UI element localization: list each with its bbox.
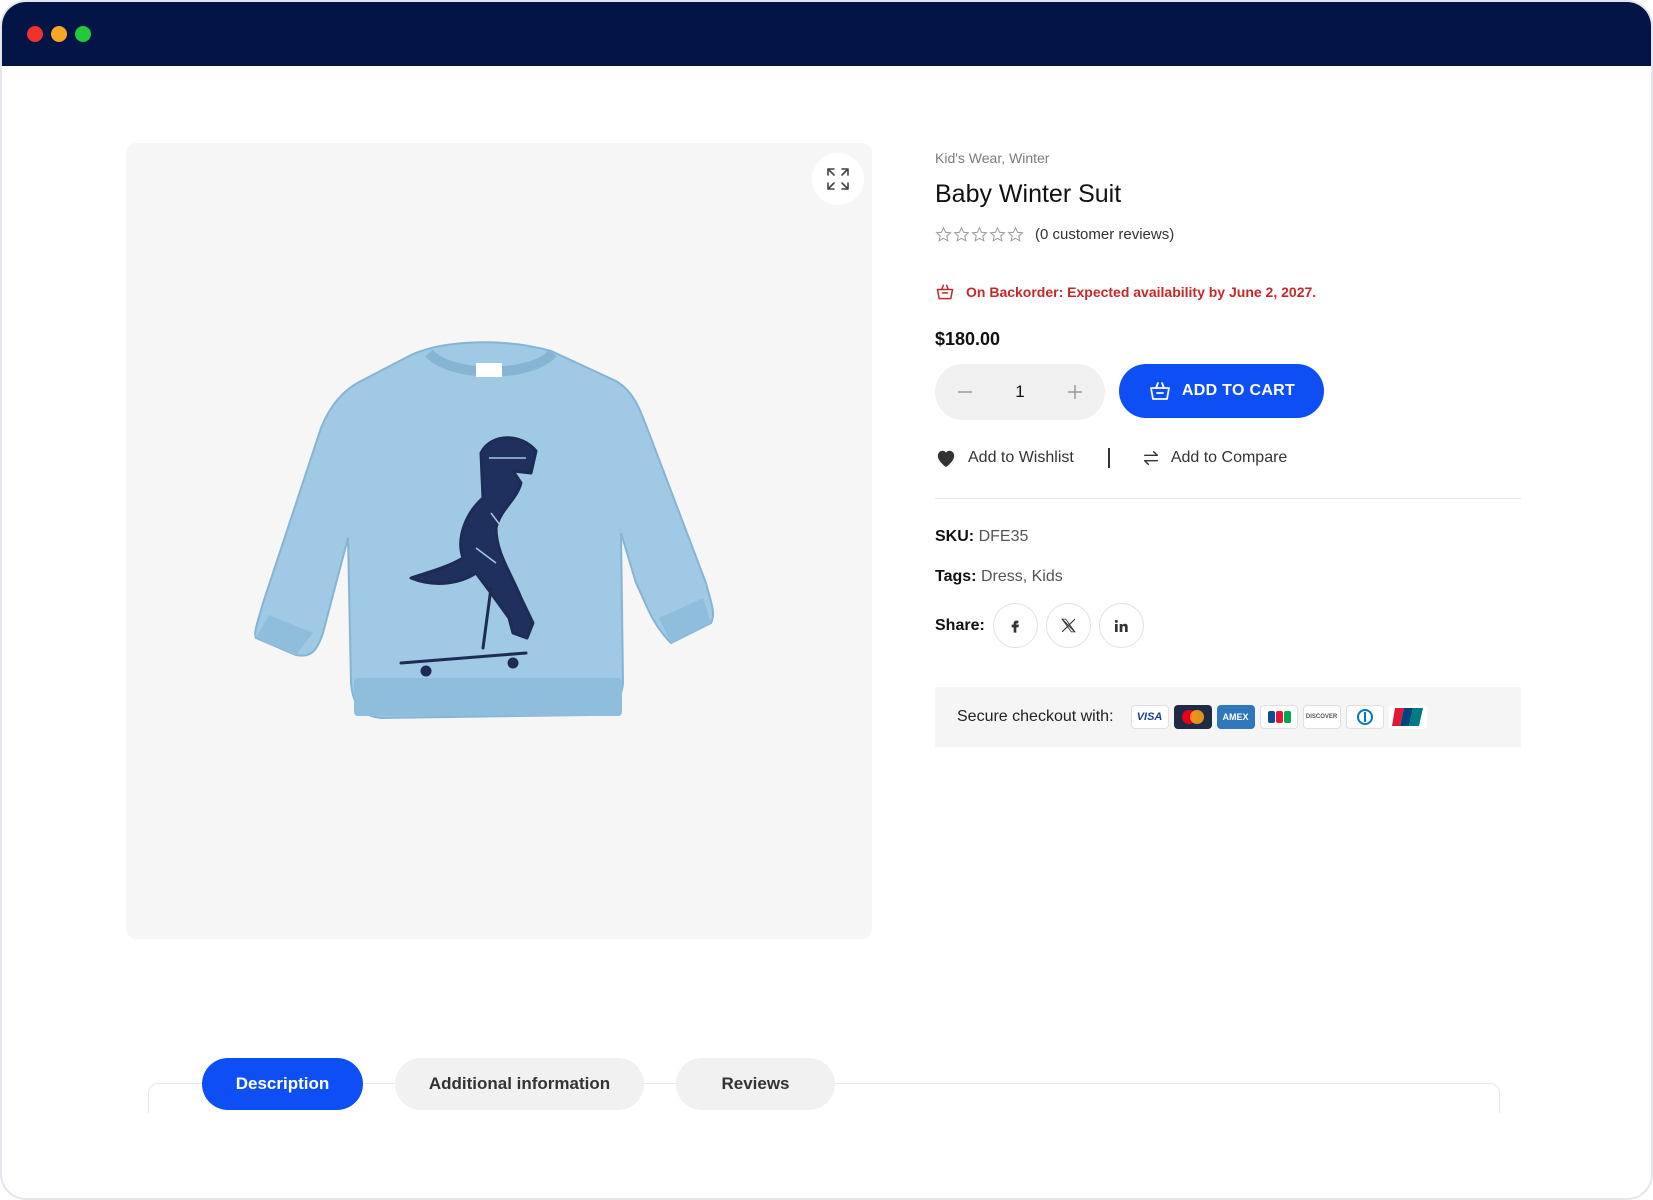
action-separator <box>1107 448 1110 468</box>
add-to-wishlist-link[interactable]: Add to Wishlist <box>935 448 1074 468</box>
discover-card-icon: DISCOVER <box>1302 705 1341 729</box>
visa-card-icon: VISA <box>1130 705 1169 729</box>
star-rating <box>935 226 1024 243</box>
minus-icon <box>958 391 972 393</box>
basket-icon <box>936 284 954 300</box>
linkedin-icon <box>1115 619 1128 632</box>
plus-icon <box>1068 385 1082 399</box>
product-rating: (0 customer reviews) <box>935 226 1174 243</box>
tab-additional-information[interactable]: Additional information <box>395 1058 644 1110</box>
jcb-card-icon <box>1259 705 1298 729</box>
compare-arrows-icon <box>1143 450 1158 466</box>
star-empty-icon <box>953 226 970 242</box>
quantity-increase-button[interactable] <box>1061 378 1089 406</box>
sku-value: DFE35 <box>978 528 1029 545</box>
add-to-cart-label: ADD TO CART <box>1181 382 1296 399</box>
heart-icon <box>937 450 955 468</box>
product-categories: Kid's Wear, Winter <box>935 150 1049 166</box>
product-image[interactable] <box>251 333 751 733</box>
share-x-button[interactable] <box>1045 603 1091 648</box>
share-row: Share: <box>935 603 1152 648</box>
customer-reviews-link[interactable]: (0 customer reviews) <box>1035 226 1174 243</box>
tags-value[interactable]: Dress, Kids <box>981 568 1063 585</box>
product-actions: Add to Wishlist Add to Compare <box>935 448 1287 468</box>
title-bar <box>2 2 1651 66</box>
product-tags: Tags: Dress, Kids <box>935 568 1063 586</box>
tab-description[interactable]: Description <box>202 1058 363 1110</box>
minimize-window-button[interactable] <box>51 26 67 42</box>
share-label: Share: <box>935 616 985 634</box>
amex-card-icon: AMEX <box>1216 705 1255 729</box>
category-separator: , <box>1001 150 1006 166</box>
quantity-decrease-button[interactable] <box>951 378 979 406</box>
product-sku: SKU: DFE35 <box>935 528 1028 546</box>
star-empty-icon <box>989 226 1006 242</box>
product-gallery <box>126 143 872 939</box>
diners-card-icon <box>1345 705 1384 729</box>
facebook-icon <box>1011 620 1020 633</box>
wishlist-label: Add to Wishlist <box>968 449 1074 466</box>
payment-methods: VISA AMEX DISCOVER <box>1130 705 1427 729</box>
quantity-input[interactable] <box>1000 382 1040 402</box>
secure-checkout-box: Secure checkout with: VISA AMEX DISCOVER <box>935 687 1521 747</box>
product-price: $180.00 <box>935 329 1001 349</box>
tags-label: Tags: <box>935 568 977 585</box>
backorder-notice: On Backorder: Expected availability by J… <box>935 282 1316 302</box>
product-title: Baby Winter Suit <box>935 180 1122 208</box>
browser-window: Kid's Wear, Winter Baby Winter Suit (0 c… <box>0 0 1653 1200</box>
share-linkedin-button[interactable] <box>1098 603 1144 648</box>
close-window-button[interactable] <box>27 26 43 42</box>
unionpay-card-icon <box>1388 705 1427 729</box>
sku-label: SKU: <box>935 528 975 545</box>
star-empty-icon <box>971 226 988 242</box>
compare-label: Add to Compare <box>1170 449 1288 466</box>
add-to-cart-button[interactable]: ADD TO CART <box>1119 364 1324 418</box>
tab-reviews[interactable]: Reviews <box>676 1058 835 1110</box>
x-icon <box>1061 618 1076 633</box>
secure-checkout-label: Secure checkout with: <box>957 708 1114 725</box>
basket-icon <box>1149 382 1170 400</box>
zoom-button[interactable] <box>812 153 864 205</box>
maximize-window-button[interactable] <box>75 26 91 42</box>
summary-divider <box>935 498 1521 499</box>
star-empty-icon <box>935 226 952 242</box>
category-link-kids-wear[interactable]: Kid's Wear <box>935 150 1001 166</box>
share-facebook-button[interactable] <box>992 603 1038 648</box>
expand-icon <box>827 168 849 190</box>
category-link-winter[interactable]: Winter <box>1009 150 1049 166</box>
mastercard-icon <box>1173 705 1212 729</box>
add-to-compare-link[interactable]: Add to Compare <box>1142 449 1288 467</box>
star-empty-icon <box>1007 226 1024 242</box>
quantity-stepper <box>935 364 1105 420</box>
backorder-text: On Backorder: Expected availability by J… <box>966 284 1317 300</box>
